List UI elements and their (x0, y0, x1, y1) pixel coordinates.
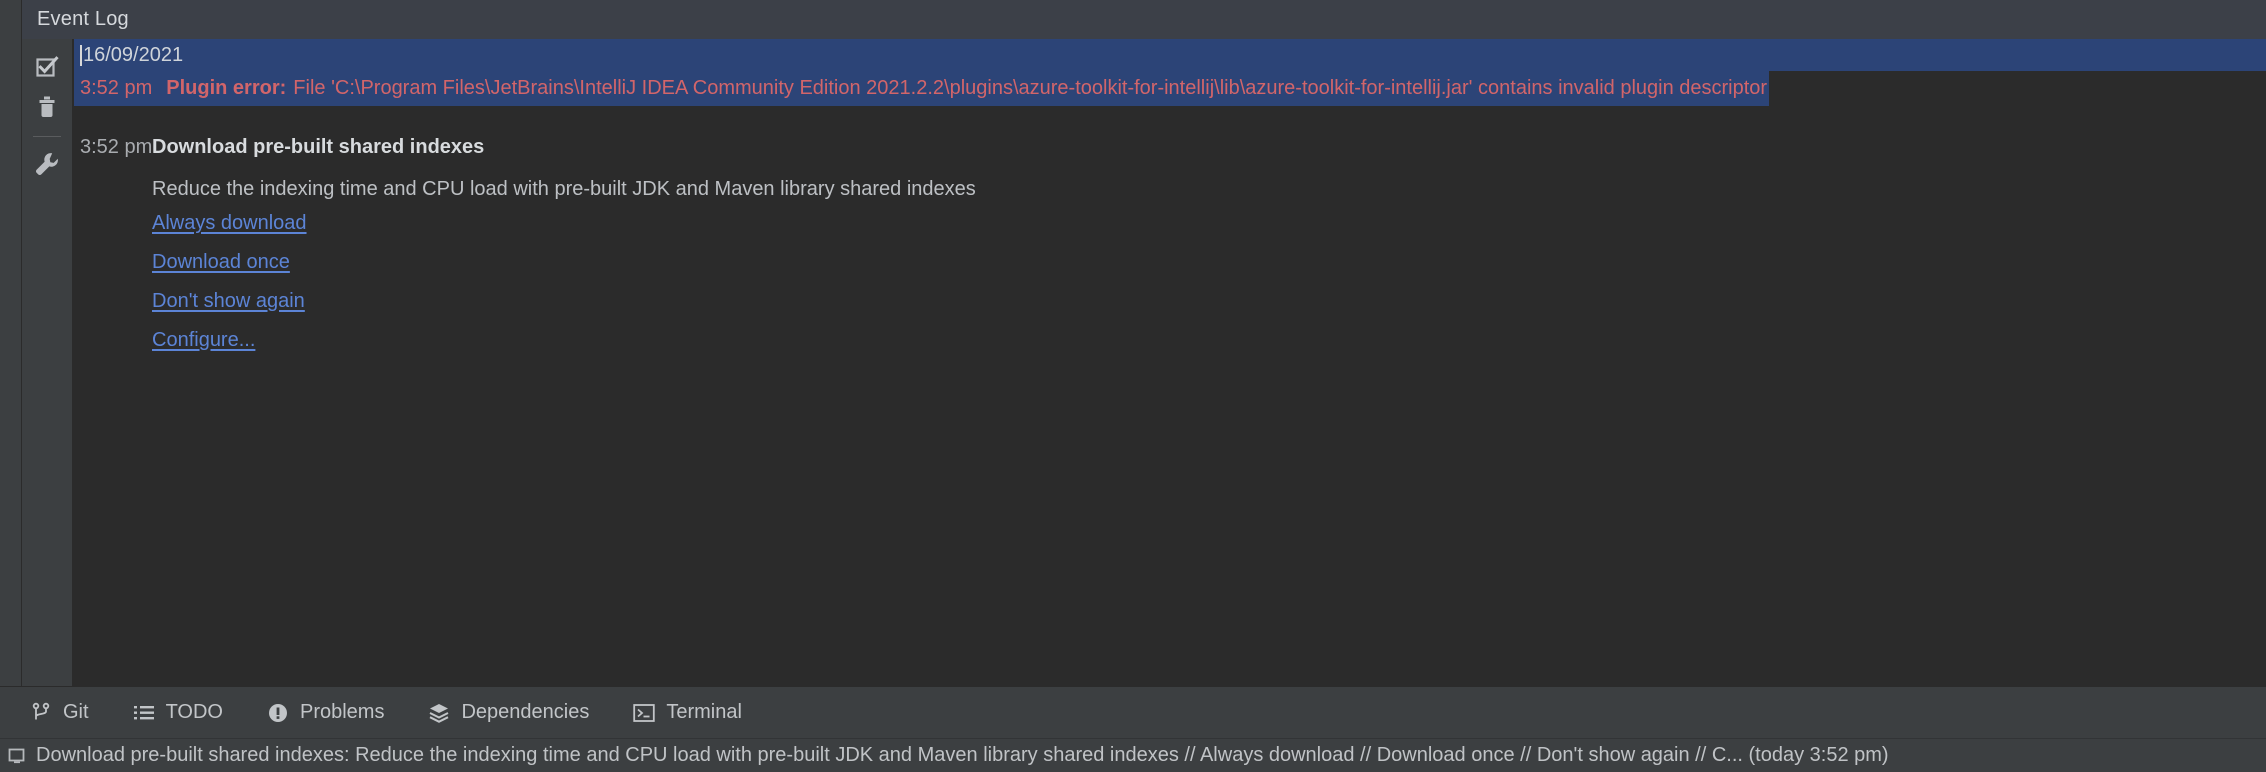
page-title: Event Log (37, 8, 129, 30)
branch-icon (30, 702, 52, 724)
notification-icon[interactable] (6, 745, 28, 767)
list-icon (133, 702, 155, 724)
configure-link[interactable]: Configure... (152, 329, 255, 352)
tab-todo-label: TODO (165, 701, 223, 723)
download-once-link[interactable]: Download once (152, 251, 290, 274)
log-entry-date-row: 16/09/2021 (74, 39, 2266, 71)
log-entry-selected[interactable]: 16/09/2021 3:52 pm Plugin error: File 'C… (74, 39, 2266, 106)
wrench-icon (33, 150, 61, 178)
always-download-link[interactable]: Always download (152, 212, 307, 235)
terminal-icon (633, 702, 656, 724)
tool-window-tabbar: Git TODO Problems Dependencies Terminal (0, 686, 2266, 738)
exclamation-circle-icon (267, 702, 289, 724)
tab-git[interactable]: Git (30, 687, 89, 739)
notification-body: Reduce the indexing time and CPU load wi… (152, 178, 976, 200)
trash-icon (34, 94, 60, 120)
notification-actions: Always download Download once Don't show… (80, 212, 2266, 352)
tab-git-label: Git (63, 701, 89, 723)
toolbar-separator (33, 136, 61, 137)
mark-all-read-button[interactable] (27, 47, 67, 87)
checkbox-checked-icon (34, 54, 60, 80)
log-entry-message-row[interactable]: 3:52 pm Plugin error: File 'C:\Program F… (74, 71, 2266, 106)
tab-dependencies[interactable]: Dependencies (428, 687, 589, 739)
notification-header: 3:52 pm Download pre-built shared indexe… (80, 136, 2266, 166)
notification-time: 3:52 pm (80, 136, 153, 158)
dont-show-again-link[interactable]: Don't show again (152, 290, 305, 313)
log-entry-time: 3:52 pm (80, 77, 153, 99)
event-log-header: Event Log (22, 0, 2266, 39)
status-bar: Download pre-built shared indexes: Reduc… (0, 738, 2266, 772)
log-entry-date: 16/09/2021 (83, 43, 184, 66)
event-log-content[interactable]: 16/09/2021 3:52 pm Plugin error: File 'C… (74, 39, 2266, 686)
text-caret (80, 44, 82, 66)
tab-terminal[interactable]: Terminal (633, 687, 742, 739)
log-entry-notification: 3:52 pm Download pre-built shared indexe… (74, 136, 2266, 352)
tab-todo[interactable]: TODO (133, 687, 223, 739)
tab-dependencies-label: Dependencies (461, 701, 590, 723)
log-entry-severity: Plugin error: (166, 77, 287, 99)
tool-window-stripe-left: Structure Favorites (0, 0, 41, 686)
delete-button[interactable] (27, 87, 67, 127)
event-log-window: Structure Favorites Event Log (0, 0, 2266, 772)
tab-problems-label: Problems (299, 701, 385, 723)
notification-title: Download pre-built shared indexes (152, 136, 485, 158)
layers-icon (428, 702, 450, 724)
event-log-toolbar (22, 39, 73, 686)
log-entry-message: File 'C:\Program Files\JetBrains\Intelli… (293, 77, 1768, 99)
tab-problems[interactable]: Problems (267, 687, 384, 739)
settings-button[interactable] (27, 144, 67, 184)
tab-terminal-label: Terminal (666, 701, 742, 723)
status-bar-message[interactable]: Download pre-built shared indexes: Reduc… (36, 744, 1889, 767)
